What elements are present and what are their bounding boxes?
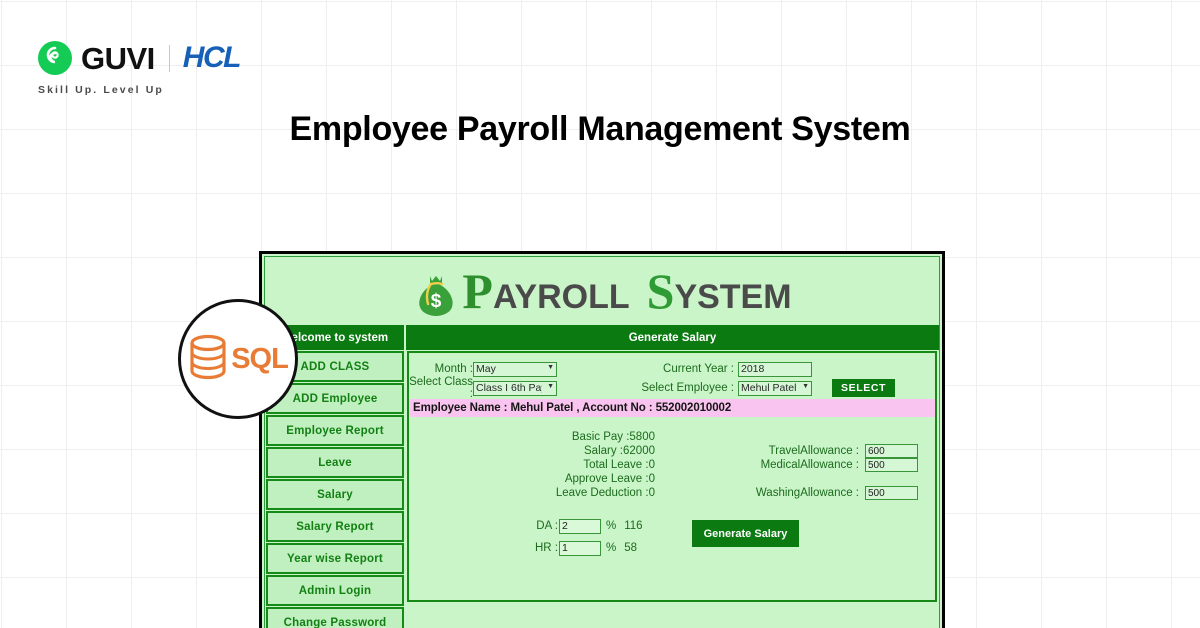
leave-deduction-row: Leave Deduction :0 WashingAllowance : (409, 486, 935, 500)
employee-info-bar: Employee Name : Mehul Patel , Account No… (409, 399, 935, 417)
salary-line: Salary :62000 (409, 445, 655, 457)
brand-divider (168, 44, 170, 72)
sql-badge: SQL (178, 299, 298, 419)
total-leave-value: 0 (648, 459, 655, 471)
header-bar-row: Welcome to system Generate Salary (265, 325, 939, 350)
medical-allowance-input[interactable] (865, 458, 918, 472)
da-row: DA : % 116 (409, 515, 935, 537)
brand-header: GUVI HCL Skill Up. Level Up (38, 38, 242, 96)
select-button[interactable]: SELECT (832, 379, 896, 397)
select-class-label: Select Class : (409, 376, 473, 400)
payroll-app-window: $ P AYROLL S YSTEM Welcome to system Gener… (259, 251, 945, 628)
approve-leave-row: Approve Leave :0 (409, 472, 935, 486)
page-root: GUVI HCL Skill Up. Level Up Employee Pay… (0, 0, 1200, 628)
class-select[interactable]: Class I 6th Pay (473, 380, 557, 396)
employee-select[interactable]: Mehul Patel (738, 380, 812, 396)
sidebar-item-change-password[interactable]: Change Password (266, 607, 404, 628)
current-year-label: Current Year : (663, 363, 734, 375)
approve-leave-label: Approve Leave : (564, 473, 649, 485)
generate-salary-panel: Month : May Current Year : Select Class … (407, 351, 937, 602)
leave-deduction-value: 0 (648, 487, 655, 499)
sidebar-item-admin-login[interactable]: Admin Login (266, 575, 404, 606)
travel-allowance-input[interactable] (865, 444, 918, 458)
da-percent-symbol: % (606, 520, 617, 532)
database-cylinder-icon (188, 334, 228, 385)
hcl-wordmark: HCL (182, 41, 242, 74)
basic-pay-label: Basic Pay : (571, 431, 630, 443)
class-employee-row: Select Class : Class I 6th Pay Select Em… (409, 376, 935, 400)
hr-input[interactable] (559, 540, 601, 556)
hr-label: HR : (535, 542, 558, 554)
approve-leave-line: Approve Leave :0 (409, 473, 655, 485)
da-label: DA : (536, 520, 558, 532)
class-select-wrap: Class I 6th Pay (473, 380, 557, 396)
month-select[interactable]: May (473, 361, 557, 377)
total-leave-row: Total Leave :0 MedicalAllowance : (409, 458, 935, 472)
salary-row: Salary :62000 TravelAllowance : (409, 444, 935, 458)
money-bag-icon: $ (412, 273, 460, 317)
app-body: ADD CLASS ADD Employee Employee Report L… (265, 350, 939, 628)
da-amount: 116 (624, 520, 643, 532)
sidebar-item-year-wise-report[interactable]: Year wise Report (266, 543, 404, 574)
sidebar-item-leave[interactable]: Leave (266, 447, 404, 478)
app-banner-title: P AYROLL S YSTEM (462, 266, 791, 316)
salary-label: Salary : (584, 445, 624, 457)
employee-select-wrap: Mehul Patel (738, 380, 812, 396)
leave-deduction-line: Leave Deduction :0 (409, 487, 655, 499)
washing-allowance-row: WashingAllowance : (697, 486, 918, 500)
hr-percent-symbol: % (606, 542, 617, 554)
month-select-wrap: May (473, 361, 557, 377)
basic-pay-line: Basic Pay :5800 (409, 431, 655, 443)
current-year-input[interactable] (738, 361, 812, 377)
brand-tagline: Skill Up. Level Up (38, 84, 164, 96)
month-label: Month : (434, 363, 473, 375)
salary-details-area: Basic Pay :5800 Salary :62000 TravelAllo… (409, 417, 935, 500)
page-title: Employee Payroll Management System (289, 110, 911, 148)
travel-allowance-label: TravelAllowance : (768, 445, 859, 457)
basic-pay-value: 5800 (629, 431, 655, 443)
banner-system-rest: YSTEM (674, 278, 792, 316)
leave-deduction-label: Leave Deduction : (555, 487, 649, 499)
da-input[interactable] (559, 518, 601, 534)
app-banner: $ P AYROLL S YSTEM (265, 257, 939, 325)
washing-allowance-label: WashingAllowance : (755, 487, 859, 499)
hr-amount: 58 (624, 542, 638, 554)
rates-block: DA : % 116 HR : % 58 Generate Salary (409, 515, 935, 559)
basic-pay-row: Basic Pay :5800 (409, 430, 935, 444)
generate-salary-button[interactable]: Generate Salary (692, 520, 799, 547)
app-inner-frame: $ P AYROLL S YSTEM Welcome to system Gener… (264, 256, 940, 628)
select-employee-label: Select Employee : (641, 382, 734, 394)
sql-badge-label: SQL (231, 342, 289, 375)
guvi-wordmark: GUVI (81, 40, 155, 76)
sidebar-item-salary[interactable]: Salary (266, 479, 404, 510)
total-leave-label: Total Leave : (583, 459, 649, 471)
medical-allowance-label: MedicalAllowance : (760, 459, 859, 471)
content-header: Generate Salary (406, 325, 939, 350)
banner-payroll-rest: AYROLL (492, 278, 630, 316)
travel-allowance-row: TravelAllowance : (697, 444, 918, 458)
guvi-g-logo-icon (38, 41, 72, 75)
sidebar-item-employee-report[interactable]: Employee Report (266, 415, 404, 446)
brand-logo-row: GUVI HCL (38, 38, 242, 78)
month-year-row: Month : May Current Year : (409, 361, 935, 377)
salary-value: 62000 (623, 445, 655, 457)
sidebar-item-salary-report[interactable]: Salary Report (266, 511, 404, 542)
hr-row: HR : % 58 (409, 537, 935, 559)
banner-p-cap: P (462, 263, 493, 319)
banner-s-cap: S (646, 263, 675, 319)
svg-text:$: $ (431, 291, 442, 312)
approve-leave-value: 0 (648, 473, 655, 485)
selection-form: Month : May Current Year : Select Class … (409, 353, 935, 400)
medical-allowance-row: MedicalAllowance : (697, 458, 918, 472)
total-leave-line: Total Leave :0 (409, 459, 655, 471)
washing-allowance-input[interactable] (865, 486, 918, 500)
